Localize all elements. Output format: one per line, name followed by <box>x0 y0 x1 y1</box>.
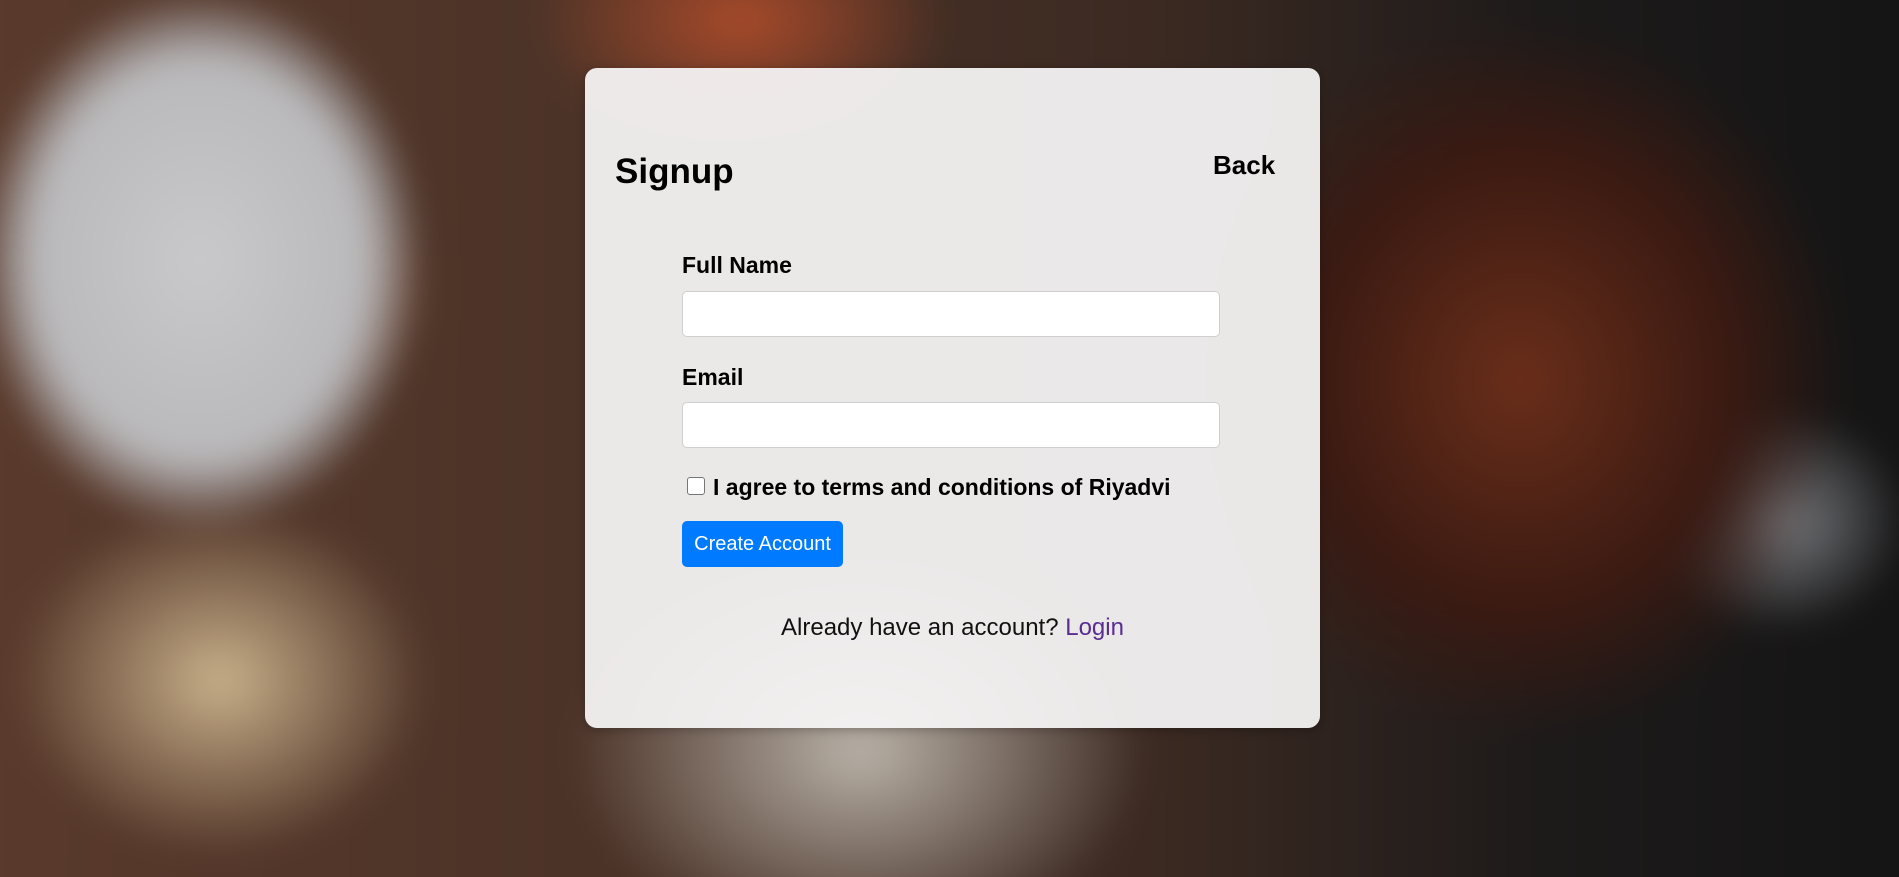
create-account-button[interactable]: Create Account <box>682 521 843 567</box>
back-link[interactable]: Back <box>1213 152 1275 178</box>
email-input[interactable] <box>682 402 1220 448</box>
page-title: Signup <box>615 152 734 191</box>
terms-checkbox-label[interactable]: I agree to terms and conditions of Riyad… <box>713 476 1171 499</box>
email-label: Email <box>682 364 744 390</box>
signup-card: Signup Back Full Name Email I agree to t… <box>585 68 1320 728</box>
login-link[interactable]: Login <box>1065 614 1124 641</box>
login-prompt: Already have an account? Login <box>585 614 1320 643</box>
checkbox-unchecked-icon[interactable] <box>687 476 705 495</box>
full-name-input[interactable] <box>682 291 1220 337</box>
login-prompt-text: Already have an account? <box>781 614 1059 641</box>
terms-agreement: I agree to terms and conditions of Riyad… <box>687 476 1171 499</box>
full-name-label: Full Name <box>682 252 792 278</box>
